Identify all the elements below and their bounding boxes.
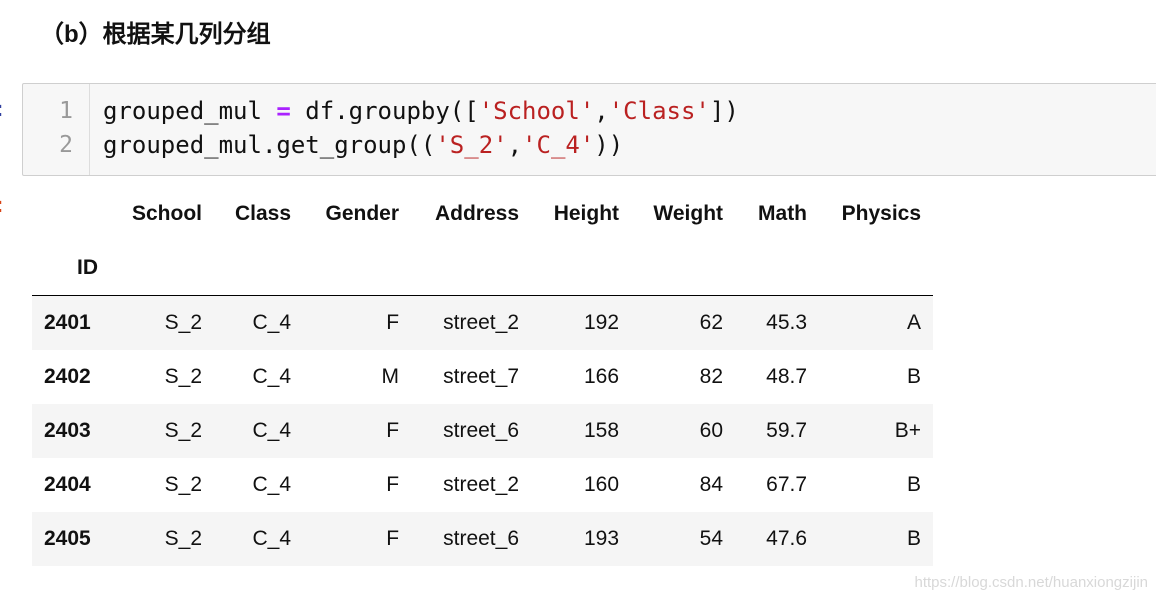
row-index: 2402 [44,365,91,388]
row-index: 2403 [44,419,91,442]
line-number: 2 [59,132,73,158]
table-cell: S_2 [164,473,203,496]
table-cell: 84 [699,473,724,496]
table-cell: B [907,365,922,388]
table-row: 2404 S_2 C_4 Fstreet_2 160 84 67.7 B [32,458,933,512]
table-cell: B [907,527,922,550]
string-literal: 'School' [478,97,595,125]
table-cell: 166 [583,365,620,388]
index-name-row: ID [32,241,934,296]
table-cell: C_4 [252,473,292,496]
row-index: 2405 [44,527,91,550]
table-cell: 45.3 [766,311,808,334]
table-cell: street_2 [443,473,520,496]
input-prompt-marker: : [0,96,3,122]
code-token: )) [594,131,624,159]
table-cell: C_4 [252,419,292,442]
table-cell: 48.7 [766,365,808,388]
code-token: ]) [709,97,739,125]
row-index: 2401 [44,311,91,334]
table-cell: C_4 [252,365,292,388]
column-header: Gender [325,202,400,225]
line-number: 1 [59,98,73,124]
watermark: https://blog.csdn.net/huanxiongzijin [914,574,1149,591]
table-cell: S_2 [164,365,203,388]
table-cell: street_6 [443,419,520,442]
table-cell: M [381,365,400,388]
table-cell: F [386,419,400,442]
table-cell: F [386,473,400,496]
table-row: 2401 S_2 C_4 Fstreet_2 192 62 45.3 A [32,295,934,350]
code-line-1[interactable]: grouped_mul = df.groupby(['School','Clas… [103,97,739,125]
table-cell: 54 [699,527,724,550]
table-cell: 47.6 [766,527,808,550]
column-header: Math [758,202,808,225]
table-cell: F [386,527,400,550]
output-prompt-marker: : [0,192,3,218]
table-cell: street_6 [443,527,520,550]
code-token: df.groupby([ [290,97,479,125]
string-literal: 'Class' [608,97,710,125]
table-row: 2403 S_2 C_4 Fstreet_6 158 60 59.7 B+ [32,404,934,458]
table-cell: 192 [583,311,620,334]
table-cell: B [907,473,922,496]
table-cell: A [907,311,922,334]
string-literal: 'S_2' [435,131,508,159]
line-number-gutter: 1 2 [23,84,90,175]
code-token: grouped_mul.get_group(( [103,131,436,159]
code-token: , [507,131,523,159]
table-cell: S_2 [164,419,203,442]
table-row: 2405 S_2 C_4 Fstreet_6 193 54 47.6 B [32,512,934,566]
code-token: , [594,97,609,125]
operator: = [276,97,291,125]
column-header: Address [434,202,520,225]
table-cell: 67.7 [766,473,808,496]
table-cell: S_2 [164,311,203,334]
column-header: Class [234,202,292,225]
string-literal: 'C_4' [522,131,595,159]
table-cell: street_2 [443,311,520,334]
table-cell: 62 [699,311,724,334]
table-cell: F [386,311,400,334]
table-cell: 158 [583,419,620,442]
table-cell: 59.7 [766,419,808,442]
column-header: Physics [841,202,922,225]
code-line-2[interactable]: grouped_mul.get_group(('S_2','C_4')) [103,131,623,159]
table-cell: 193 [583,527,620,550]
table-cell: 160 [583,473,620,496]
table-cell: C_4 [252,311,292,334]
row-index: 2404 [44,473,91,496]
code-token: grouped_mul [103,97,277,125]
table-cell: C_4 [252,527,292,550]
column-header: Weight [653,202,724,225]
output-dataframe: School Class Gender Address Height Weigh… [32,187,934,566]
column-header: Height [553,202,620,225]
code-cell-editor[interactable]: 1 2 grouped_mul = df.groupby(['School','… [22,83,1156,176]
section-heading: （b）根据某几列分组 [40,21,271,48]
column-header: School [132,202,203,225]
table-cell: B+ [894,419,922,442]
table-cell: S_2 [164,527,203,550]
index-corner [32,187,120,241]
table-cell: 60 [699,419,724,442]
table-cell: 82 [699,365,724,388]
table-cell: street_7 [443,365,520,388]
table-row: 2402 S_2 C_4 Mstreet_7 166 82 48.7 B [32,350,933,404]
index-name: ID [32,241,120,296]
column-header-row: School Class Gender Address Height Weigh… [32,187,933,241]
